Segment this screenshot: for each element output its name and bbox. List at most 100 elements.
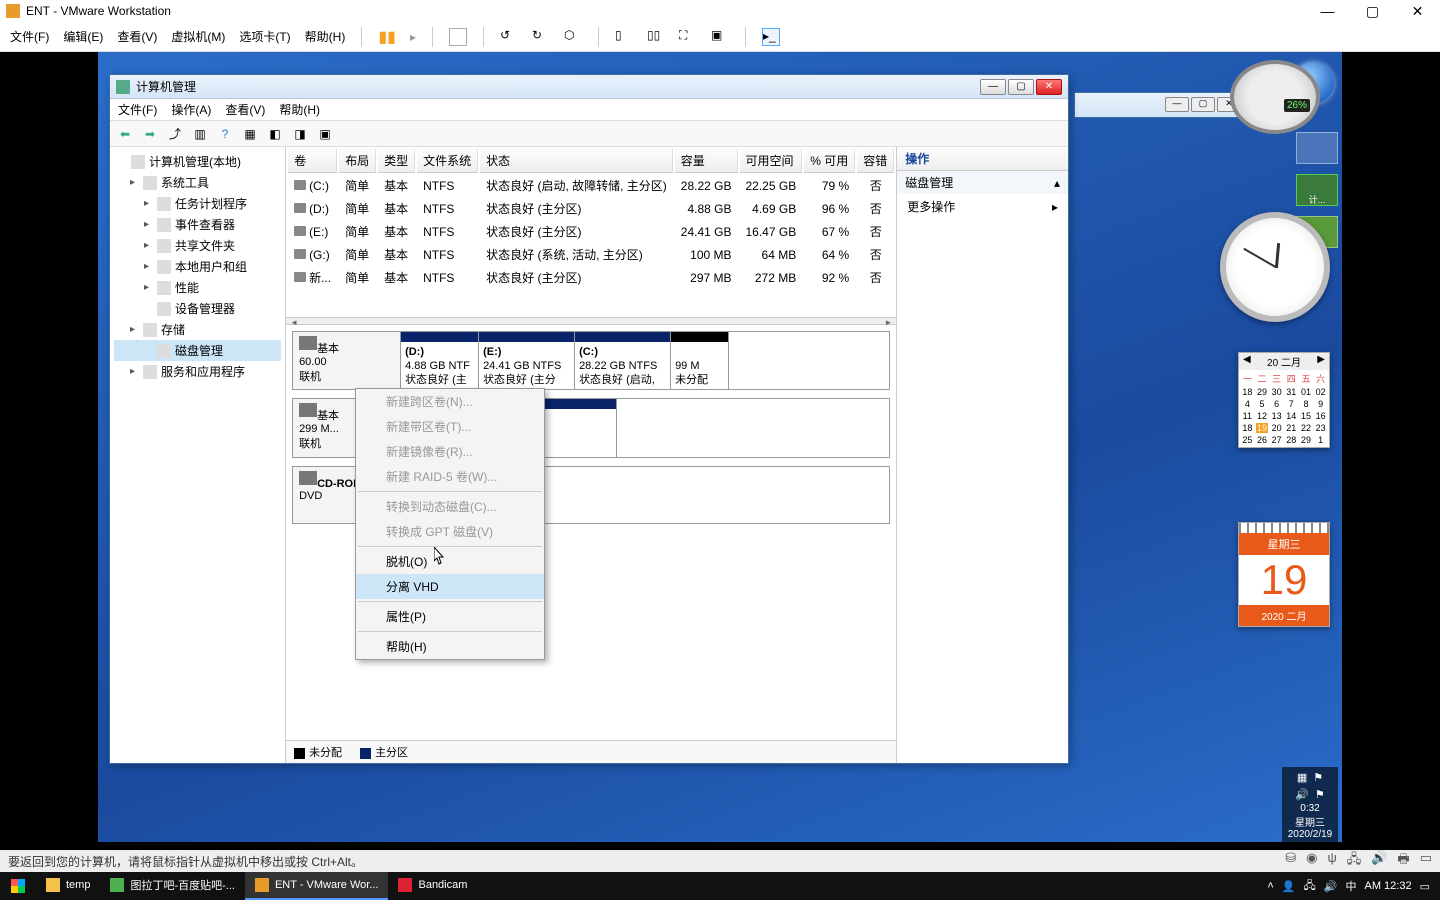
host-systray[interactable]: ˄ 👤 🖧 🔊 中 AM 12:32 ▭ — [1257, 877, 1440, 896]
volume-row[interactable]: (D:)简单基本NTFS状态良好 (主分区)4.88 GB4.69 GB96 %… — [288, 198, 894, 219]
console-icon[interactable]: ▸_ — [762, 28, 780, 46]
cd-icon[interactable]: ◉ — [1306, 850, 1317, 872]
background-window[interactable]: — ▢ ✕ — [1074, 92, 1244, 118]
taskbar-item[interactable]: temp — [36, 872, 100, 900]
tray-people-icon[interactable]: 👤 — [1282, 880, 1296, 893]
desktop-icon-folder[interactable] — [1296, 132, 1338, 164]
host-minimize-button[interactable]: — — [1305, 0, 1350, 22]
toolbar-icon[interactable]: ▣ — [314, 123, 336, 145]
volume-table[interactable]: 卷布局类型文件系统状态容量可用空间% 可用容错(C:)简单基本NTFS状态良好 … — [286, 147, 896, 290]
actions-more[interactable]: 更多操作 ▸ — [897, 194, 1068, 219]
tree-item[interactable]: ▸共享文件夹 — [114, 235, 281, 256]
printer-icon[interactable]: 🖶 — [1397, 850, 1409, 872]
display-icon[interactable]: ▭ — [1420, 850, 1432, 872]
tray-notif-icon[interactable]: ▭ — [1420, 880, 1430, 893]
tree-item[interactable]: ▸系统工具 — [114, 172, 281, 193]
volume-row[interactable]: (G:)简单基本NTFS状态良好 (系统, 活动, 主分区)100 MB64 M… — [288, 244, 894, 265]
mmc-menu-action[interactable]: 操作(A) — [171, 101, 211, 118]
refresh-button[interactable]: ▦ — [239, 123, 261, 145]
mmc-menu-help[interactable]: 帮助(H) — [279, 101, 320, 118]
column-header[interactable]: % 可用 — [804, 149, 855, 173]
tray-net-icon[interactable]: 🖧 — [1304, 877, 1316, 896]
disk-row[interactable]: 基本60.00联机(D:)4.88 GB NTF状态良好 (主(E:)24.41… — [292, 331, 890, 390]
bg-max-button[interactable]: ▢ — [1191, 97, 1215, 112]
mmc-maximize-button[interactable]: ▢ — [1008, 79, 1034, 95]
cpu-meter-gadget[interactable]: 26% — [1230, 60, 1320, 134]
host-menu-file[interactable]: 文件(F) — [10, 28, 49, 45]
tree-item[interactable]: ▸性能 — [114, 277, 281, 298]
disk-icon[interactable]: ⛁ — [1285, 850, 1296, 872]
taskbar-item[interactable]: 图拉丁吧-百度贴吧-... — [100, 872, 245, 900]
show-hide-tree-button[interactable]: ▥ — [189, 123, 211, 145]
host-tray-time[interactable]: AM 12:32 — [1365, 880, 1412, 892]
collapse-icon[interactable]: ▴ — [1054, 176, 1060, 190]
toolbar-icon[interactable]: ◨ — [289, 123, 311, 145]
column-header[interactable]: 可用空间 — [740, 149, 803, 173]
disk-header[interactable]: 基本60.00联机 — [293, 332, 401, 389]
network-icon[interactable]: 🖧 — [1347, 850, 1362, 872]
clock-gadget[interactable] — [1220, 212, 1330, 322]
desktop-icon-computer[interactable]: 计... — [1296, 174, 1338, 206]
flip-calendar-gadget[interactable]: 星期三 19 2020 二月 — [1238, 522, 1330, 627]
view-fullscreen-icon[interactable]: ⛶ — [679, 28, 697, 46]
tree-item[interactable]: ▸本地用户和组 — [114, 256, 281, 277]
host-menu-help[interactable]: 帮助(H) — [305, 28, 346, 45]
partition[interactable]: 99 M未分配 — [671, 332, 729, 389]
partition[interactable]: (D:)4.88 GB NTF状态良好 (主 — [401, 332, 479, 389]
host-menu-vm[interactable]: 虚拟机(M) — [171, 28, 225, 45]
taskbar-item[interactable]: ENT - VMware Wor... — [245, 872, 389, 900]
column-header[interactable]: 状态 — [480, 149, 673, 173]
tray-ime-icon[interactable]: 中 — [1346, 878, 1357, 894]
navigation-tree[interactable]: 计算机管理(本地)▸系统工具▸任务计划程序▸事件查看器▸共享文件夹▸本地用户和组… — [110, 147, 286, 763]
mmc-minimize-button[interactable]: — — [980, 79, 1006, 95]
view-unity-icon[interactable]: ▣ — [711, 28, 729, 46]
mmc-menu-file[interactable]: 文件(F) — [118, 101, 157, 118]
tree-item[interactable]: 计算机管理(本地) — [114, 151, 281, 172]
volume-row[interactable]: (E:)简单基本NTFS状态良好 (主分区)24.41 GB16.47 GB67… — [288, 221, 894, 242]
bg-min-button[interactable]: — — [1165, 97, 1189, 112]
snapshot-icon[interactable]: ↺ — [500, 28, 518, 46]
tray-flag-icon[interactable]: ⚑ — [1313, 771, 1323, 784]
cal-prev-icon[interactable]: ◀ — [1243, 354, 1251, 369]
play-icon[interactable]: ▸ — [410, 30, 416, 44]
host-start-button[interactable] — [0, 872, 36, 900]
context-menu-item[interactable]: 属性(P) — [356, 604, 544, 629]
guest-systray[interactable]: ▦ ⚑ 🔊 ⚑ 0:32 星期三 2020/2/19 — [1282, 767, 1338, 842]
tree-item[interactable]: ▸任务计划程序 — [114, 193, 281, 214]
taskbar-item[interactable]: Bandicam — [388, 872, 477, 900]
column-header[interactable]: 布局 — [339, 149, 376, 173]
forward-button[interactable]: ➡ — [139, 123, 161, 145]
tray-action-icon[interactable]: ⚑ — [1315, 788, 1325, 801]
tree-item[interactable]: 设备管理器 — [114, 298, 281, 319]
tray-sound-icon[interactable]: 🔊 — [1295, 788, 1309, 801]
tray-vol-icon[interactable]: 🔊 — [1324, 880, 1338, 893]
context-menu-item[interactable]: 脱机(O) — [356, 549, 544, 574]
pause-icon[interactable]: ▮▮ — [378, 27, 396, 47]
disk-context-menu[interactable]: 新建跨区卷(N)...新建带区卷(T)...新建镜像卷(R)...新建 RAID… — [355, 388, 545, 660]
partition[interactable]: (C:)28.22 GB NTFS状态良好 (启动, — [575, 332, 671, 389]
cal-next-icon[interactable]: ▶ — [1317, 354, 1325, 369]
volume-row[interactable]: (C:)简单基本NTFS状态良好 (启动, 故障转储, 主分区)28.22 GB… — [288, 175, 894, 196]
tree-item[interactable]: ▸存储 — [114, 319, 281, 340]
up-button[interactable]: ⤴ — [164, 123, 186, 145]
tree-item[interactable]: ▸服务和应用程序 — [114, 361, 281, 382]
tree-item[interactable]: 磁盘管理 — [114, 340, 281, 361]
column-header[interactable]: 容错 — [857, 149, 894, 173]
column-header[interactable]: 文件系统 — [417, 149, 478, 173]
toolbar-icon[interactable] — [449, 28, 467, 46]
host-maximize-button[interactable]: ▢ — [1350, 0, 1395, 22]
column-header[interactable]: 卷 — [288, 149, 337, 173]
context-menu-item[interactable]: 分离 VHD — [356, 574, 544, 599]
help-button[interactable]: ? — [214, 123, 236, 145]
tray-chevron-icon[interactable]: ˄ — [1267, 880, 1273, 892]
host-menu-edit[interactable]: 编辑(E) — [63, 28, 103, 45]
toolbar-icon[interactable]: ◧ — [264, 123, 286, 145]
actions-section[interactable]: 磁盘管理 ▴ — [897, 171, 1068, 194]
back-button[interactable]: ⬅ — [114, 123, 136, 145]
snapshot-take-icon[interactable]: ⬡ — [564, 28, 582, 46]
context-menu-item[interactable]: 帮助(H) — [356, 634, 544, 659]
host-menu-view[interactable]: 查看(V) — [117, 28, 157, 45]
host-close-button[interactable]: ✕ — [1395, 0, 1440, 22]
column-header[interactable]: 类型 — [378, 149, 415, 173]
snapshot-mgr-icon[interactable]: ↻ — [532, 28, 550, 46]
